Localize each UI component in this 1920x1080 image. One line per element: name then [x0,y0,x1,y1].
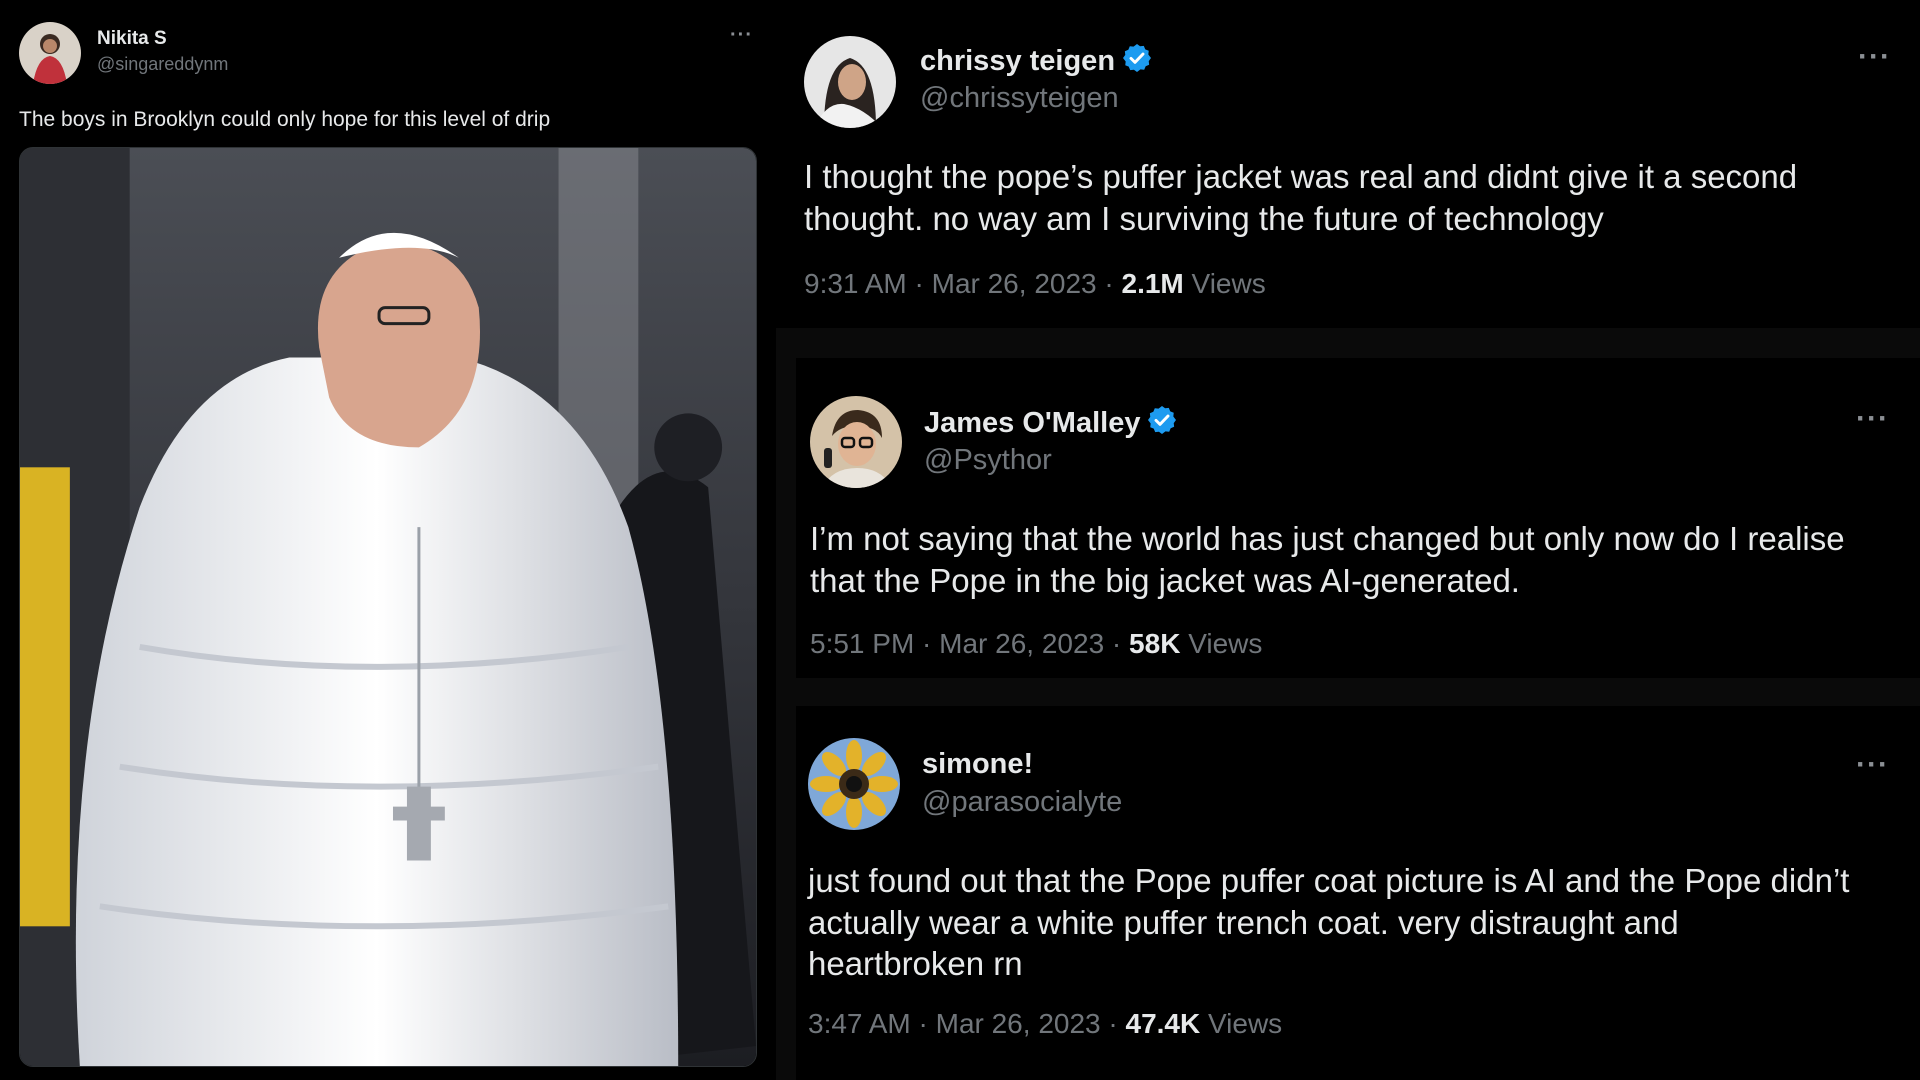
tweet-text: I’m not saying that the world has just c… [810,518,1900,601]
view-count: 2.1M [1121,268,1184,299]
tweet-text-line: heartbroken rn [808,945,1023,983]
photo-icon [20,148,756,1066]
more-options-button[interactable]: ··· [1856,748,1889,782]
tweet-meta: 3:47 AM · Mar 26, 2023 · 47.4K Views [808,1008,1282,1040]
view-count: 58K [1129,628,1181,659]
tweet-text-line: actually wear a white puffer trench coat… [808,903,1679,941]
tweet-text-line: I’m not saying that the world has just c… [810,520,1845,557]
tweet-text-line: that the Pope in the big jacket was AI-g… [810,561,1520,599]
tweet-card: simone! @parasocialyte ··· just found ou… [796,706,1920,1080]
timestamp[interactable]: 9:31 AM · Mar 26, 2023 · [804,268,1122,299]
tweet-card: chrissy teigen @chrissyteigen ··· I thou… [776,0,1920,328]
avatar[interactable] [810,396,902,488]
tweet-text-line: just found out that the Pope puffer coat… [808,862,1850,899]
tweet-meta: 5:51 PM · Mar 26, 2023 · 58K Views [810,628,1262,660]
tweet-text-line: I thought the pope’s puffer jacket was r… [804,158,1798,195]
tweet-text-line: thought. no way am I surviving the futur… [804,199,1604,237]
avatar[interactable] [804,36,896,128]
verified-badge-icon [1148,406,1177,434]
tweet-text: I thought the pope’s puffer jacket was r… [804,156,1894,239]
author-handle[interactable]: @parasocialyte [922,786,1122,819]
timestamp[interactable]: 3:47 AM · Mar 26, 2023 · [808,1008,1126,1039]
views-label: Views [1180,628,1263,659]
tweet-text: The boys in Brooklyn could only hope for… [19,108,551,131]
author-name[interactable]: Nikita S [97,28,167,50]
tweet-media-photo[interactable] [19,147,757,1067]
more-options-button[interactable]: ··· [730,24,753,47]
author-name[interactable]: chrissy teigen [920,42,1153,78]
author-name[interactable]: simone! [922,748,1033,781]
avatar[interactable] [19,22,81,84]
author-name-text: James O'Malley [924,407,1141,439]
author-handle[interactable]: @singareddynm [97,54,228,75]
author-handle[interactable]: @chrissyteigen [920,82,1119,115]
view-count: 47.4K [1125,1008,1201,1039]
views-label: Views [1200,1008,1283,1039]
avatar[interactable] [808,738,900,830]
tweet-card: James O'Malley @Psythor ··· I’m not sayi… [796,358,1920,678]
tweet-meta: 9:31 AM · Mar 26, 2023 · 2.1M Views [804,268,1266,300]
left-tweet: Nikita S @singareddynm ··· The boys in B… [0,0,774,1080]
verified-badge-icon [1123,44,1152,72]
more-options-button[interactable]: ··· [1858,40,1891,74]
tweet-text: just found out that the Pope puffer coat… [808,860,1898,985]
more-options-button[interactable]: ··· [1856,402,1889,436]
author-handle[interactable]: @Psythor [924,444,1052,477]
timestamp[interactable]: 5:51 PM · Mar 26, 2023 · [810,628,1129,659]
author-name-text: chrissy teigen [920,45,1116,77]
views-label: Views [1183,268,1266,299]
author-name[interactable]: James O'Malley [924,404,1178,440]
